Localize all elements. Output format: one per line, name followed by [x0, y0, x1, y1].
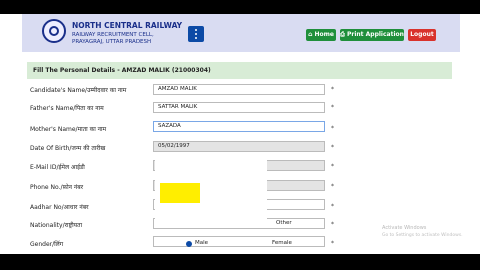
mother-name-label: Mother's Name/माता का नाम — [30, 126, 107, 133]
candidate-name-label: Candidate's Name/उम्मीदवार का नाम — [30, 87, 127, 94]
email-label: E-Mail ID/ईमेल आईडी — [30, 164, 85, 171]
activate-windows-watermark: Activate Windows — [382, 225, 427, 231]
candidate-name-field[interactable]: AMZAD MALIK — [153, 84, 325, 95]
father-name-label: Father's Name/पिता का नाम — [30, 105, 104, 112]
gender-group — [153, 236, 325, 247]
mother-name-field[interactable]: SAZADA — [153, 121, 325, 132]
required-mark: * — [331, 163, 334, 170]
org-subtitle-2: PRAYAGRAJ, UTTAR PRADESH — [72, 39, 152, 45]
org-subtitle-1: RAILWAY RECRUITMENT CELL, — [72, 32, 154, 38]
required-mark: * — [331, 144, 334, 151]
logout-button[interactable]: Logout — [408, 29, 436, 41]
dob-label: Date Of Birth/जन्म की तारीख — [30, 145, 106, 152]
gender-female-label: Female — [272, 240, 292, 246]
bottom-black-bar — [0, 254, 480, 270]
panel-title: Fill The Personal Details - AMZAD MALIK … — [33, 67, 211, 74]
top-black-bar — [0, 0, 480, 14]
gender-label: Gender/लिंग — [30, 241, 64, 248]
required-mark: * — [331, 125, 334, 132]
print-application-button[interactable]: ⎙ Print Application — [340, 29, 404, 41]
menu-kebab-icon[interactable] — [188, 26, 204, 42]
activate-windows-hint: Go to Settings to activate Windows. — [382, 233, 463, 238]
gender-male-label: Male — [195, 240, 209, 246]
father-name-field[interactable]: SATTAR MALIK — [153, 102, 325, 113]
gender-male-radio[interactable] — [186, 241, 192, 247]
required-mark: * — [331, 86, 334, 93]
nationality-label: Nationality/राष्ट्रीयता — [30, 222, 83, 229]
aadhar-label: Aadhar No/आधार नंबर — [30, 204, 89, 211]
panel-header: Fill The Personal Details - AMZAD MALIK … — [27, 62, 452, 79]
required-mark: * — [331, 240, 334, 247]
phone-label: Phone No./फ़ोन नंबर — [30, 184, 84, 191]
home-button[interactable]: ⌂ Home — [306, 29, 336, 41]
dob-field[interactable]: 05/02/1997 — [153, 141, 325, 152]
railway-logo-icon — [42, 19, 66, 43]
required-mark: * — [331, 183, 334, 190]
site-header: NORTH CENTRAL RAILWAY RAILWAY RECRUITMEN… — [22, 14, 460, 52]
required-mark: * — [331, 104, 334, 111]
yellow-redaction-box — [160, 183, 200, 203]
org-name: NORTH CENTRAL RAILWAY — [72, 21, 183, 30]
required-mark: * — [331, 221, 334, 228]
required-mark: * — [331, 203, 334, 210]
